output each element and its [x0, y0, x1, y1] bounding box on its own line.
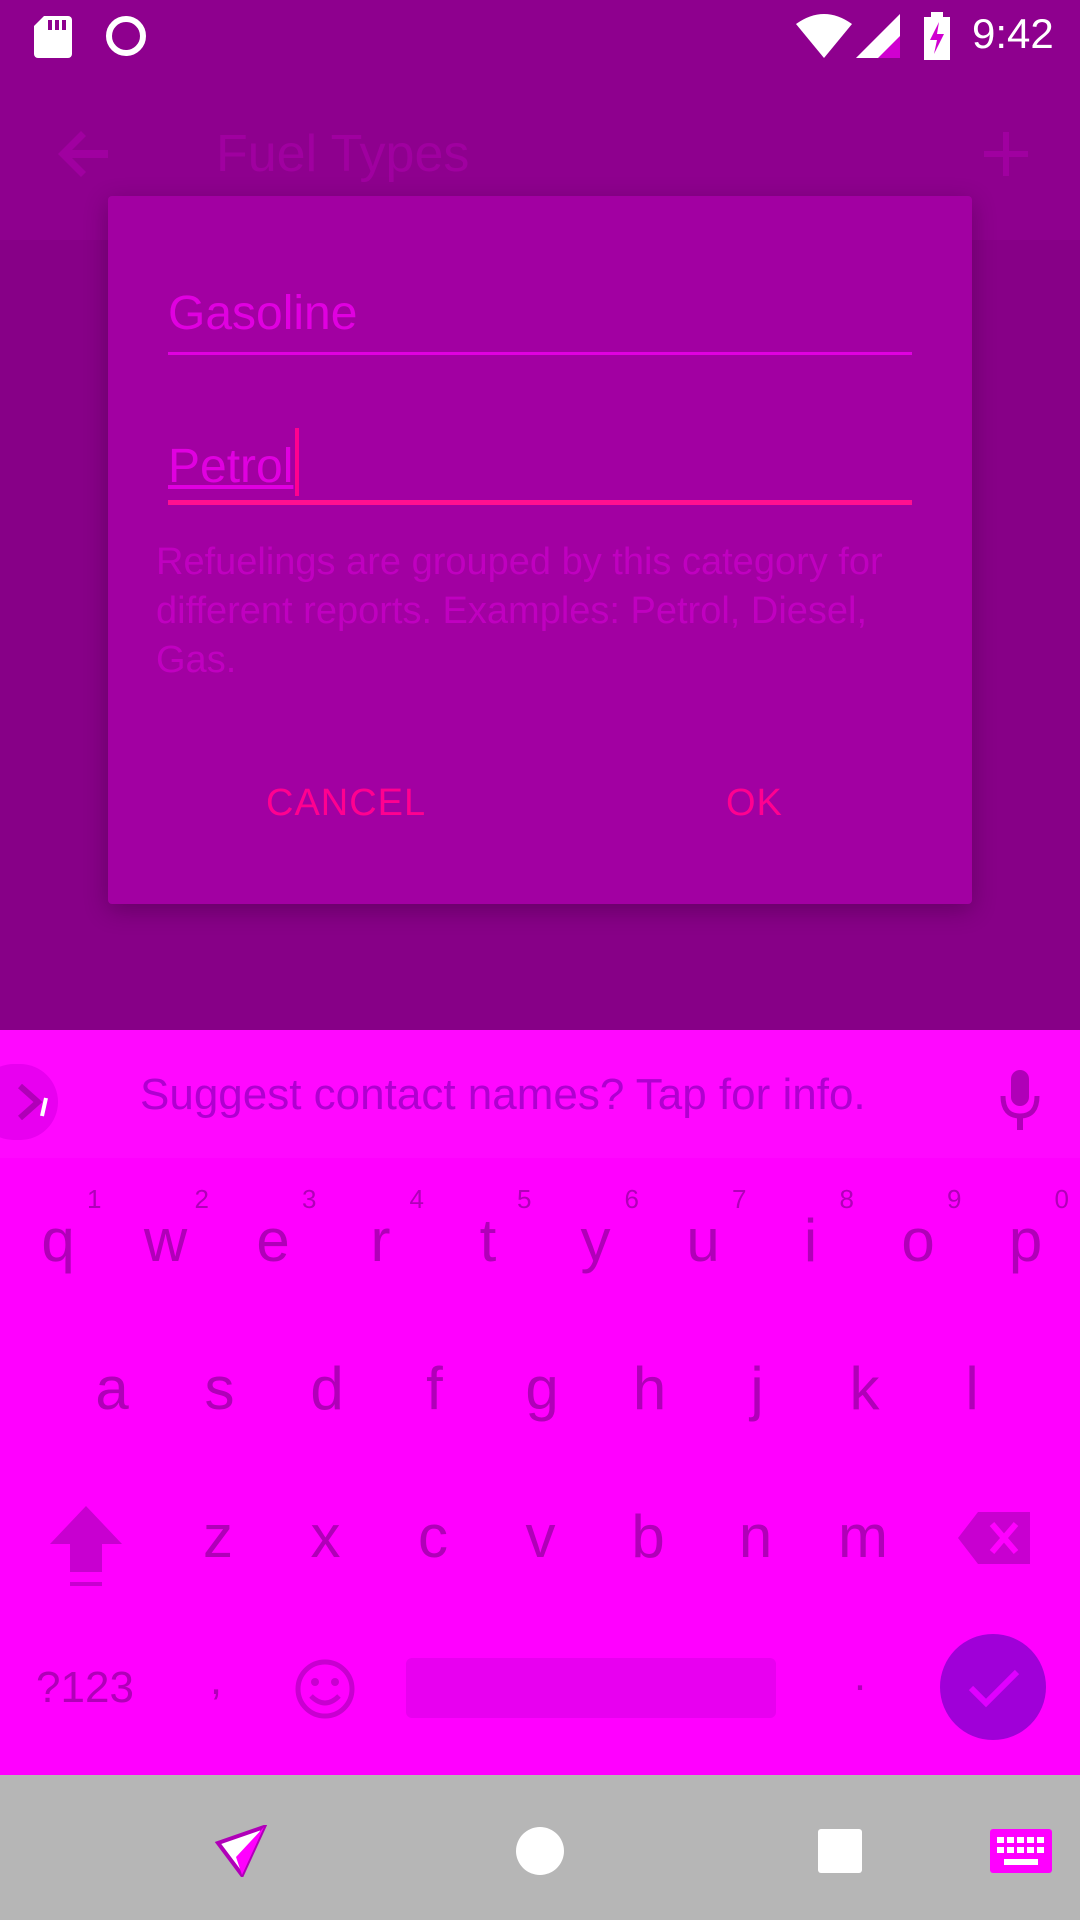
suggestion-strip: Suggest contact names? Tap for info.: [0, 1030, 1080, 1158]
key-l[interactable]: l: [918, 1328, 1026, 1448]
edit-fuel-type-dialog: Gasoline Petrol Refuelings are grouped b…: [108, 196, 972, 904]
key-c[interactable]: c: [379, 1476, 487, 1596]
arrow-back-icon[interactable]: [56, 130, 108, 178]
comma-key[interactable]: ,: [166, 1620, 266, 1740]
key-hint-9: 9: [947, 1184, 962, 1214]
key-g[interactable]: g: [488, 1328, 596, 1448]
key-f[interactable]: f: [381, 1328, 489, 1448]
suggestion-expand-button[interactable]: [0, 1064, 58, 1140]
emoji-icon[interactable]: [294, 1658, 356, 1720]
navigation-bar: [0, 1775, 1080, 1920]
microphone-icon[interactable]: [1000, 1070, 1040, 1132]
enter-button[interactable]: [940, 1634, 1046, 1740]
cell-signal-icon: [856, 14, 900, 58]
fuel-name-field[interactable]: Gasoline: [168, 286, 912, 356]
key-hint-2: 2: [194, 1184, 209, 1214]
fuel-name-value: Gasoline: [168, 287, 358, 340]
key-hint-6: 6: [624, 1184, 639, 1214]
key-hint-7: 7: [732, 1184, 747, 1214]
fuel-category-text: Petrol: [168, 440, 294, 493]
key-s[interactable]: s: [166, 1328, 274, 1448]
key-hint-5: 5: [517, 1184, 532, 1214]
key-hint-0: 0: [1054, 1184, 1069, 1214]
checkmark-icon: [968, 1669, 1020, 1708]
sd-card-icon: [34, 16, 72, 58]
key-m[interactable]: m: [809, 1476, 917, 1596]
key-d[interactable]: d: [273, 1328, 381, 1448]
wifi-icon: [796, 14, 852, 58]
back-icon[interactable]: [214, 1825, 268, 1877]
key-h[interactable]: h: [596, 1328, 704, 1448]
key-hint-3: 3: [302, 1184, 317, 1214]
page-title: Fuel Types: [216, 125, 470, 183]
suggestion-text[interactable]: Suggest contact names? Tap for info.: [140, 1070, 866, 1120]
fuel-category-underline: [168, 500, 912, 505]
shift-icon[interactable]: [50, 1506, 122, 1592]
spacebar[interactable]: [406, 1658, 776, 1718]
key-b[interactable]: b: [594, 1476, 702, 1596]
chevron-right-icon: [18, 1084, 48, 1120]
ok-button[interactable]: OK: [726, 782, 783, 825]
period-key[interactable]: .: [810, 1616, 910, 1736]
status-time: 9:42: [972, 10, 1054, 57]
key-a[interactable]: a: [58, 1328, 166, 1448]
battery-charging-icon: [924, 12, 950, 60]
key-k[interactable]: k: [811, 1328, 919, 1448]
key-hint-8: 8: [839, 1184, 854, 1214]
key-j[interactable]: j: [703, 1328, 811, 1448]
fuel-category-field[interactable]: Petrol: [168, 422, 912, 508]
key-z[interactable]: z: [164, 1476, 272, 1596]
key-v[interactable]: v: [487, 1476, 595, 1596]
key-hint-1: 1: [87, 1184, 102, 1214]
soft-keyboard: Suggest contact names? Tap for info. q1w…: [0, 1030, 1080, 1775]
text-cursor: [295, 428, 300, 496]
home-icon[interactable]: [516, 1827, 564, 1875]
circle-status-icon: [106, 16, 146, 56]
fuel-category-value: Petrol: [168, 428, 300, 496]
key-hint-4: 4: [409, 1184, 424, 1214]
recents-icon[interactable]: [818, 1829, 862, 1873]
helper-text: Refuelings are grouped by this category …: [156, 541, 883, 681]
status-bar: 9:42: [0, 0, 1080, 72]
symbols-key[interactable]: ?123: [20, 1628, 150, 1748]
cancel-button[interactable]: CANCEL: [266, 782, 426, 825]
backspace-icon[interactable]: [958, 1512, 1030, 1564]
key-x[interactable]: x: [272, 1476, 380, 1596]
fuel-name-underline: [168, 352, 912, 355]
add-icon[interactable]: [984, 132, 1028, 176]
keyboard-switch-icon[interactable]: [990, 1829, 1052, 1873]
key-n[interactable]: n: [702, 1476, 810, 1596]
